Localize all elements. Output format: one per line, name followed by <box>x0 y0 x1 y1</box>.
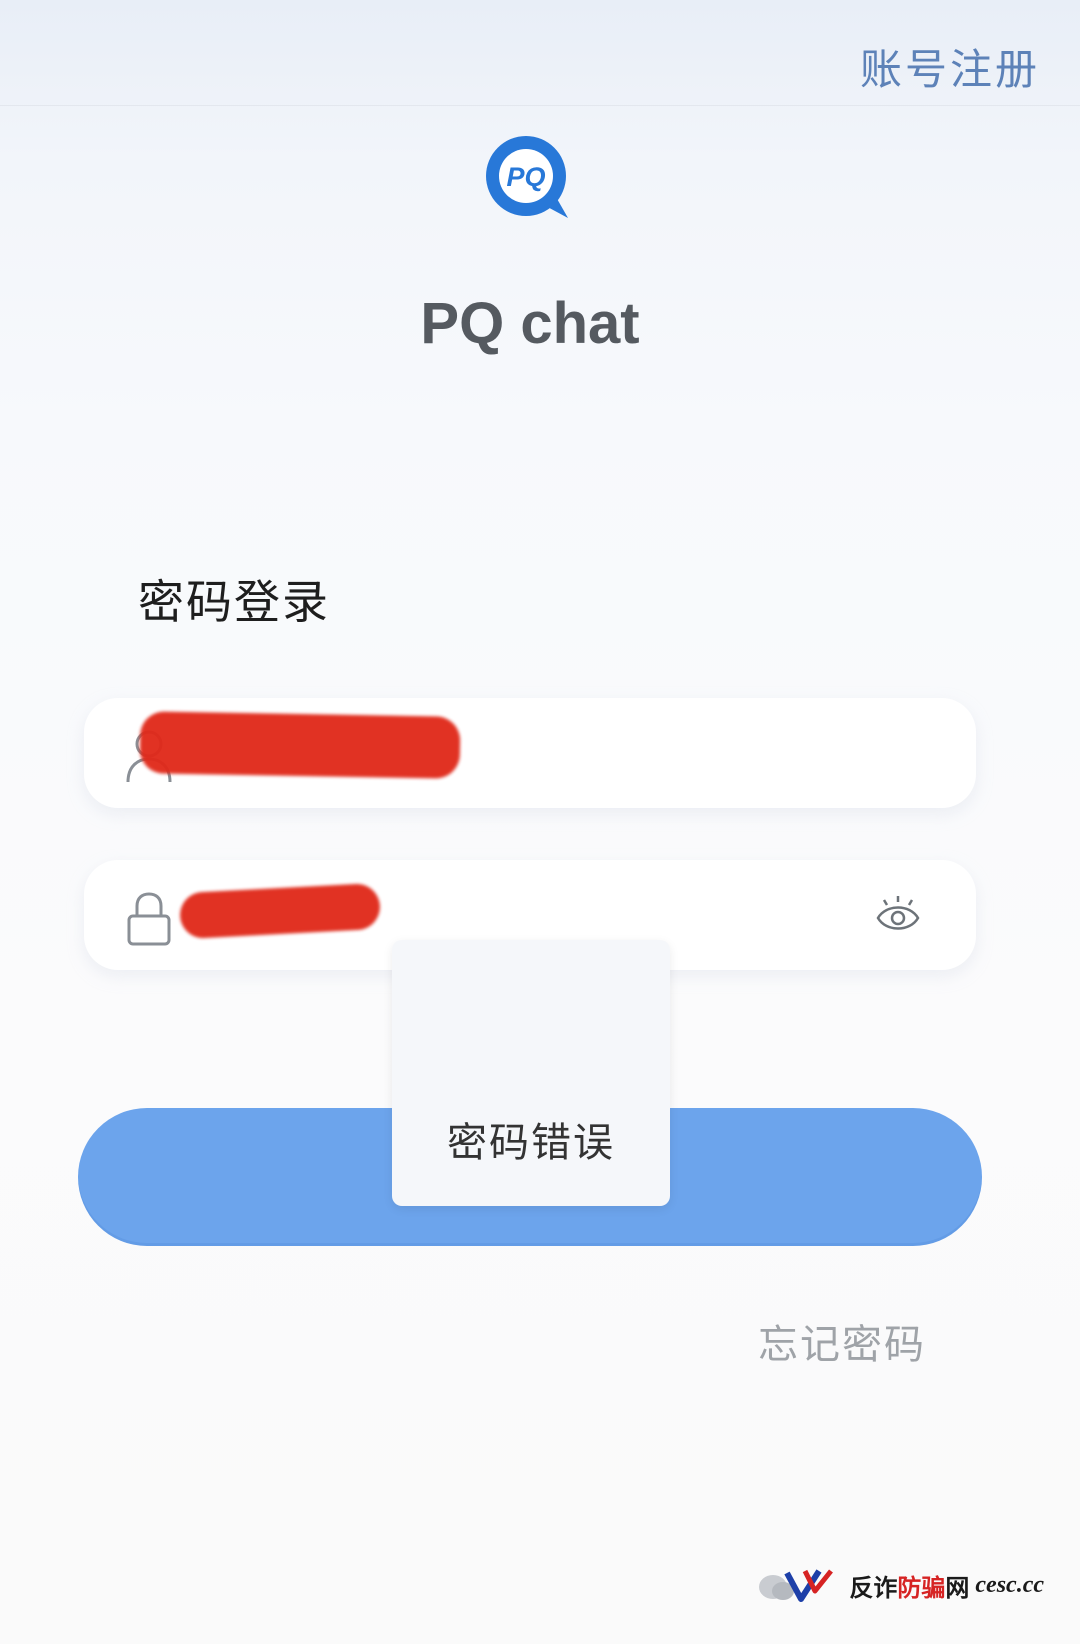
register-link[interactable]: 账号注册 <box>860 36 1040 97</box>
login-title: 密码登录 <box>138 575 330 629</box>
username-field[interactable] <box>84 698 976 808</box>
error-toast: 密码错误 <box>392 940 670 1206</box>
redaction-mark <box>178 882 382 940</box>
pq-chat-logo-icon: PQ <box>486 136 568 218</box>
logo-text: PQ <box>506 162 545 192</box>
eye-icon[interactable] <box>874 892 922 936</box>
lock-icon <box>127 892 171 946</box>
top-bar: 账号注册 <box>0 0 1080 106</box>
watermark-domain: cesc.cc <box>975 1571 1044 1598</box>
watermark-text: 反诈防骗网 <box>849 1573 970 1602</box>
forgot-password-link[interactable]: 忘记密码 <box>758 1312 926 1370</box>
watermark-logo-icon <box>759 1569 834 1602</box>
redaction-mark <box>139 711 461 779</box>
toast-message: 密码错误 <box>447 1120 615 1166</box>
app-name: PQ chat <box>420 291 640 356</box>
watermark: 反诈防骗网 cesc.cc <box>757 1562 1044 1608</box>
